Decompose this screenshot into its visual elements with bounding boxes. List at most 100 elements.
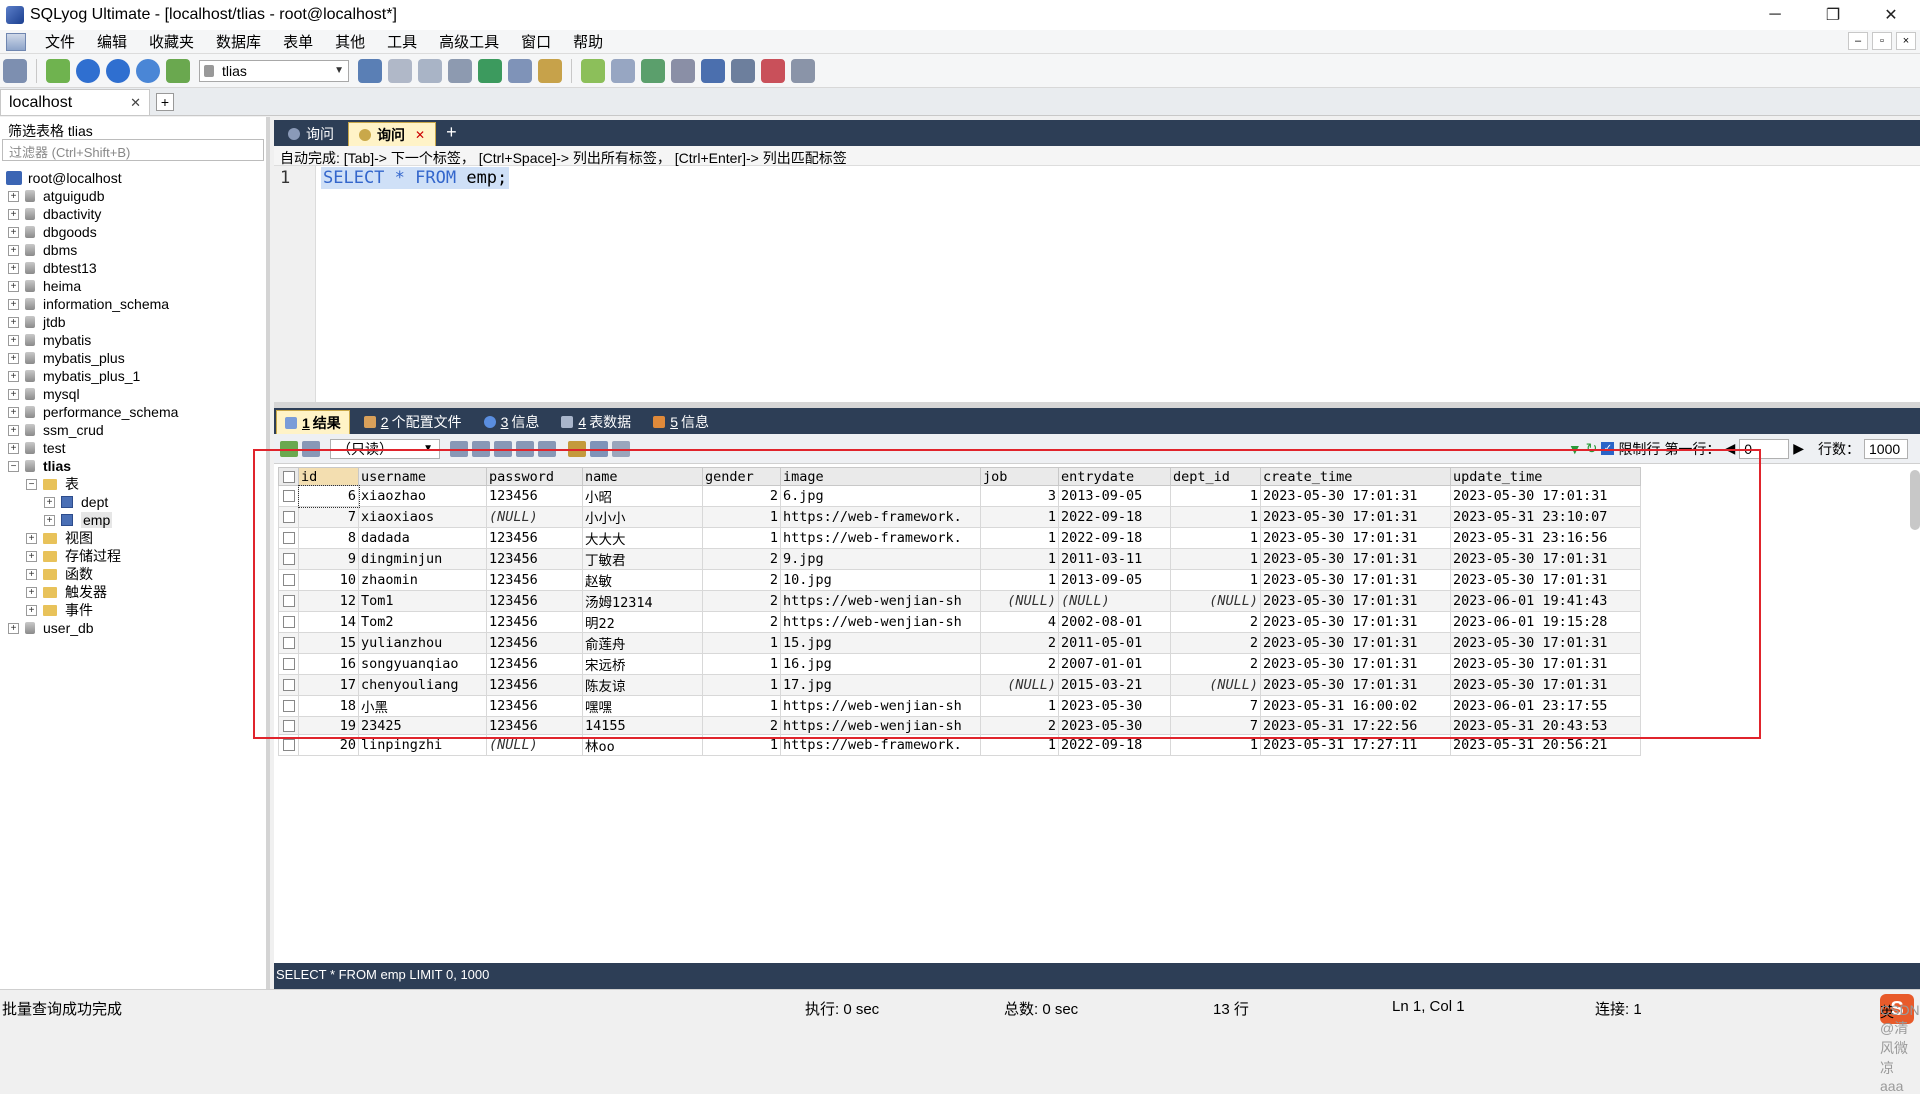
copy-result-icon[interactable] <box>302 440 320 457</box>
cell-entrydate[interactable]: 2002-08-01 <box>1058 611 1171 633</box>
text-view-icon[interactable] <box>612 440 630 457</box>
job-agent-icon[interactable] <box>671 58 695 83</box>
user-manager-icon[interactable] <box>358 58 382 83</box>
expand-icon[interactable]: + <box>8 352 19 364</box>
cell-create_time[interactable]: 2023-05-30 17:01:31 <box>1260 548 1451 570</box>
cell-update_time[interactable]: 2023-05-31 20:56:21 <box>1450 734 1641 756</box>
row-select-cell[interactable] <box>278 632 299 654</box>
database-selector[interactable]: tlias ▼ <box>199 59 349 82</box>
cell-name[interactable]: 宋远桥 <box>582 653 703 675</box>
cell-username[interactable]: chenyouliang <box>358 674 487 696</box>
row-checkbox[interactable] <box>282 637 295 649</box>
cell-image[interactable]: https://web-framework. <box>780 527 981 549</box>
menu-other[interactable]: 其他 <box>324 31 376 52</box>
cell-entrydate[interactable]: 2015-03-21 <box>1058 674 1171 696</box>
cell-id[interactable]: 17 <box>298 674 359 696</box>
expand-icon[interactable]: + <box>8 226 19 238</box>
cell-entrydate[interactable]: 2022-09-18 <box>1058 527 1171 549</box>
cell-dept_id[interactable]: 1 <box>1170 734 1261 756</box>
cell-image[interactable]: 17.jpg <box>780 674 981 696</box>
schema-designer-icon[interactable] <box>538 58 562 83</box>
cell-entrydate[interactable]: 2022-09-18 <box>1058 506 1171 528</box>
insert-row-icon[interactable] <box>450 440 468 457</box>
cell-create_time[interactable]: 2023-05-30 17:01:31 <box>1260 527 1451 549</box>
cell-id[interactable]: 16 <box>298 653 359 675</box>
tree-db-item[interactable]: + dbms <box>0 241 266 259</box>
execute-all-icon[interactable] <box>106 58 130 83</box>
cell-update_time[interactable]: 2023-05-30 17:01:31 <box>1450 569 1641 591</box>
grid-view-icon[interactable] <box>568 440 586 457</box>
expand-icon[interactable]: + <box>8 262 19 274</box>
cell-dept_id[interactable]: 1 <box>1170 485 1261 507</box>
vertical-scrollbar[interactable] <box>1910 470 1920 530</box>
schema-sync-icon[interactable] <box>166 58 190 83</box>
cell-dept_id[interactable]: 2 <box>1170 653 1261 675</box>
cell-password[interactable]: 123456 <box>486 695 583 717</box>
cell-id[interactable]: 14 <box>298 611 359 633</box>
cell-update_time[interactable]: 2023-05-30 17:01:31 <box>1450 485 1641 507</box>
restore-button[interactable]: ❐ <box>1804 0 1862 30</box>
cell-gender[interactable]: 2 <box>702 485 781 507</box>
menu-edit[interactable]: 编辑 <box>86 31 138 52</box>
expand-icon[interactable]: + <box>44 496 55 508</box>
tree-db-item[interactable]: + mybatis_plus <box>0 349 266 367</box>
cell-username[interactable]: dadada <box>358 527 487 549</box>
cell-username[interactable]: xiaozhao <box>358 485 487 507</box>
rows-input[interactable]: 1000 <box>1864 438 1908 459</box>
cell-password[interactable]: 123456 <box>486 674 583 696</box>
cell-name[interactable]: 汤姆12314 <box>582 590 703 612</box>
tree-db-item[interactable]: + ssm_crud <box>0 421 266 439</box>
tree-db-item[interactable]: + information_schema <box>0 295 266 313</box>
compare-icon[interactable] <box>641 58 665 83</box>
tree-db-item[interactable]: + jtdb <box>0 313 266 331</box>
cell-update_time[interactable]: 2023-05-31 23:10:07 <box>1450 506 1641 528</box>
cell-password[interactable]: 123456 <box>486 611 583 633</box>
tab-table-data[interactable]: 4 表数据 <box>553 410 639 434</box>
cell-create_time[interactable]: 2023-05-30 17:01:31 <box>1260 569 1451 591</box>
expand-icon[interactable]: + <box>26 532 37 544</box>
notification-icon[interactable] <box>701 58 725 83</box>
menu-favorites[interactable]: 收藏夹 <box>138 31 205 52</box>
cell-name[interactable]: 俞莲舟 <box>582 632 703 654</box>
cell-password[interactable]: 123456 <box>486 716 583 735</box>
collapse-icon[interactable]: − <box>8 460 19 472</box>
cell-password[interactable]: 123456 <box>486 548 583 570</box>
cell-id[interactable]: 20 <box>298 734 359 756</box>
cell-image[interactable]: 16.jpg <box>780 653 981 675</box>
cell-create_time[interactable]: 2023-05-30 17:01:31 <box>1260 506 1451 528</box>
cell-gender[interactable]: 2 <box>702 569 781 591</box>
row-checkbox[interactable] <box>282 616 295 628</box>
cell-id[interactable]: 12 <box>298 590 359 612</box>
close-icon[interactable]: ✕ <box>415 128 425 142</box>
cell-id[interactable]: 7 <box>298 506 359 528</box>
tree-db-item[interactable]: + heima <box>0 277 266 295</box>
cell-image[interactable]: 9.jpg <box>780 548 981 570</box>
cell-gender[interactable]: 2 <box>702 590 781 612</box>
menu-table[interactable]: 表单 <box>272 31 324 52</box>
expand-icon[interactable]: + <box>8 334 19 346</box>
cell-password[interactable]: 123456 <box>486 527 583 549</box>
tree-db-item[interactable]: + mybatis_plus_1 <box>0 367 266 385</box>
query-tab-1[interactable]: 询问 <box>278 122 344 146</box>
table-row[interactable]: 17 chenyouliang 123456 陈友谅 1 17.jpg (NULL) 2015… <box>278 674 1641 696</box>
cell-update_time[interactable]: 2023-06-01 19:41:43 <box>1450 590 1641 612</box>
tree-db-item[interactable]: + dbactivity <box>0 205 266 223</box>
cell-entrydate[interactable]: 2007-01-01 <box>1058 653 1171 675</box>
expand-icon[interactable]: + <box>26 586 37 598</box>
cell-id[interactable]: 8 <box>298 527 359 549</box>
row-checkbox[interactable] <box>282 574 295 586</box>
prev-page-icon[interactable]: ◀ <box>1724 440 1735 457</box>
cell-username[interactable]: 23425 <box>358 716 487 735</box>
select-all-checkbox-header[interactable] <box>278 467 299 486</box>
row-select-cell[interactable] <box>278 485 299 507</box>
expand-icon[interactable]: + <box>8 208 19 220</box>
cell-id[interactable]: 18 <box>298 695 359 717</box>
cell-entrydate[interactable]: 2023-05-30 <box>1058 695 1171 717</box>
tab-info[interactable]: 5 信息 <box>645 410 717 434</box>
row-checkbox[interactable] <box>282 490 295 502</box>
expand-icon[interactable]: + <box>8 388 19 400</box>
cell-dept_id[interactable]: (NULL) <box>1170 674 1261 696</box>
expand-icon[interactable]: + <box>8 424 19 436</box>
cell-password[interactable]: 123456 <box>486 590 583 612</box>
expand-icon[interactable]: + <box>8 298 19 310</box>
